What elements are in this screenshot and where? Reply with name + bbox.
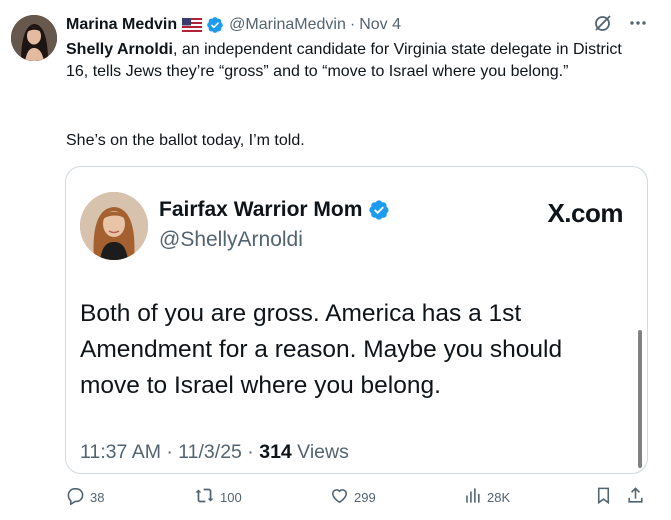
us-flag-icon (182, 18, 203, 32)
tweet-date[interactable]: Nov 4 (359, 16, 401, 34)
author-handle[interactable]: @MarinaMedvin (229, 16, 346, 34)
tweet-header: Marina Medvin @MarinaMedvin · Nov 4 (66, 13, 401, 37)
bookmark-button[interactable] (594, 486, 613, 508)
grok-icon[interactable] (593, 13, 613, 33)
views-icon (463, 486, 482, 508)
more-icon[interactable] (628, 13, 648, 33)
card-text: Both of you are gross. America has a 1st… (80, 300, 563, 399)
bookmark-icon (594, 486, 613, 508)
like-count: 299 (354, 489, 376, 505)
verified-badge-icon (368, 199, 390, 221)
share-button[interactable] (626, 486, 645, 508)
reply-count: 38 (90, 489, 105, 505)
card-author-handle: @ShellyArnoldi (159, 228, 303, 251)
verified-badge-icon[interactable] (206, 16, 224, 34)
reply-button[interactable]: 38 (66, 486, 104, 508)
like-icon (330, 486, 349, 508)
tweet-text-bold: Shelly Arnoldi (66, 41, 173, 58)
card-avatar (80, 192, 148, 260)
share-icon (626, 486, 645, 508)
repost-count: 100 (220, 489, 242, 505)
separator-dot: · (349, 16, 356, 33)
card-author-name: Fairfax Warrior Mom (159, 198, 390, 222)
card-time: 11:37 AM · 11/3/25 · (80, 441, 260, 463)
card-views-count: 314 (259, 441, 292, 463)
repost-icon (194, 486, 215, 508)
tweet-text: Shelly Arnoldi, an independent candidate… (66, 39, 646, 83)
card-scrollbar[interactable] (638, 330, 642, 468)
tweet-action-bar: 38 100 299 28K (66, 486, 651, 512)
views-button[interactable]: 28K (463, 486, 510, 508)
author-avatar[interactable] (11, 15, 57, 61)
reply-icon (66, 486, 85, 508)
like-button[interactable]: 299 (330, 486, 376, 508)
views-count: 28K (487, 489, 511, 505)
tweet-text-second-paragraph: She’s on the ballot today, I’m told. (66, 132, 305, 149)
card-meta: 11:37 AM · 11/3/25 · 314 Views (80, 441, 349, 464)
repost-button[interactable]: 100 (194, 486, 242, 508)
card-source-label: X.com (547, 198, 623, 228)
tweet-top-actions (593, 13, 648, 33)
card-views-label: Views (291, 441, 349, 463)
embedded-screenshot-card[interactable]: Fairfax Warrior Mom @ShellyArnoldi X.com… (65, 166, 648, 474)
author-name[interactable]: Marina Medvin (66, 16, 177, 34)
card-author-name-text: Fairfax Warrior Mom (159, 198, 363, 221)
